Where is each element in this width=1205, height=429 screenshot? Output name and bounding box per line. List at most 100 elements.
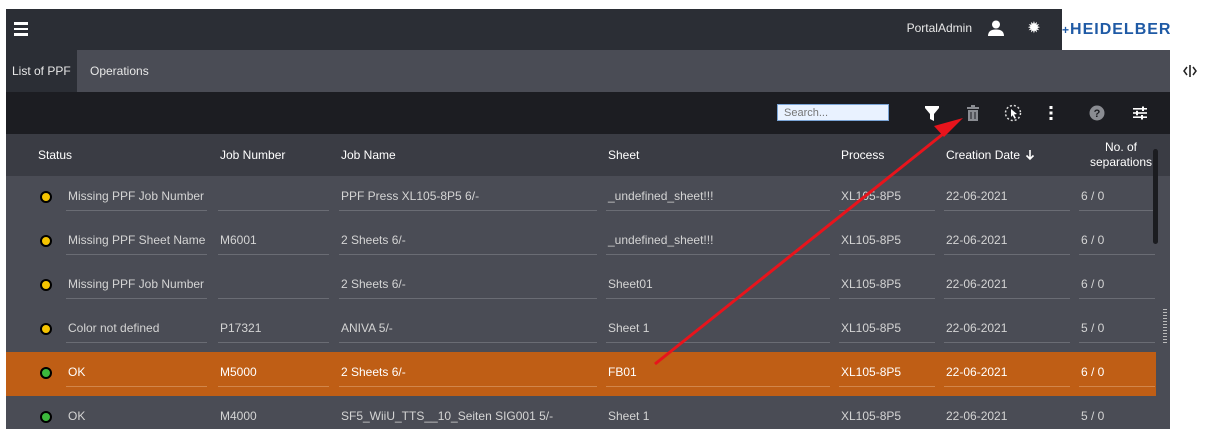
- cell-sheet-text: FB01: [608, 365, 637, 379]
- cell-status: OK: [68, 396, 213, 429]
- vertical-scrollbar[interactable]: [1153, 149, 1158, 244]
- cell-status-text: Missing PPF Sheet Name: [68, 233, 206, 247]
- table-row[interactable]: OK M4000 SF5_WiiU_TTS__10_Seiten SIG001 5/…: [6, 396, 1156, 429]
- more-vertical-icon[interactable]: [1042, 104, 1060, 122]
- table-body: Missing PPF Job Number PPF Press XL105-8P…: [6, 176, 1156, 429]
- column-header-sheet[interactable]: Sheet: [608, 134, 639, 176]
- column-settings-icon[interactable]: [1131, 104, 1149, 122]
- cell-creation-date-text: 22-06-2021: [946, 189, 1008, 203]
- cell-job-name: PPF Press XL105-8P5 6/-: [339, 176, 603, 220]
- cell-creation-date-text: 22-06-2021: [946, 409, 1008, 423]
- cell-process-text: XL105-8P5: [841, 409, 902, 423]
- cell-status: Missing PPF Job Number: [66, 176, 213, 220]
- status-indicator-icon: [40, 367, 52, 379]
- cell-job-number-text: P17321: [220, 321, 262, 335]
- cell-status-text: Color not defined: [68, 321, 160, 335]
- cell-separations-text: 5 / 0: [1081, 409, 1105, 423]
- tab-list-of-ppf[interactable]: List of PPF: [6, 50, 77, 92]
- cell-status-text: OK: [68, 365, 86, 379]
- delete-icon[interactable]: [964, 104, 982, 122]
- cell-sheet-text: Sheet01: [608, 277, 653, 291]
- status-indicator-icon: [40, 279, 52, 291]
- cell-separations-text: 5 / 0: [1081, 321, 1105, 335]
- cell-separations-text: 6 / 0: [1081, 277, 1105, 291]
- search-input[interactable]: [777, 104, 889, 121]
- cell-creation-date-text: 22-06-2021: [946, 321, 1008, 335]
- column-header-creation-date[interactable]: Creation Date: [946, 134, 1036, 176]
- cell-job-number: [218, 176, 335, 220]
- cell-status: Missing PPF Sheet Name: [66, 220, 213, 264]
- cell-job-name-text: SF5_WiiU_TTS__10_Seiten SIG001 5/-: [341, 409, 554, 423]
- table-row[interactable]: Missing PPF Sheet Name M6001 2 Sheets 6/- _…: [6, 220, 1156, 264]
- panel-toggle-icon[interactable]: [1183, 64, 1197, 78]
- cell-separations-text: 6 / 0: [1081, 189, 1105, 203]
- cell-creation-date: 22-06-2021: [946, 396, 1076, 429]
- column-header-job-number[interactable]: Job Number: [220, 134, 285, 176]
- cell-status: Color not defined: [66, 308, 213, 352]
- column-header-status[interactable]: Status: [38, 134, 72, 176]
- cell-job-name-text: PPF Press XL105-8P5 6/-: [341, 189, 480, 203]
- column-header-job-name[interactable]: Job Name: [341, 134, 396, 176]
- select-pointer-icon[interactable]: [1004, 104, 1022, 122]
- cell-separations: 6 / 0: [1079, 220, 1161, 264]
- svg-text:?: ?: [1094, 108, 1101, 120]
- cell-sheet: Sheet 1: [608, 396, 836, 429]
- menu-icon[interactable]: [14, 22, 28, 36]
- cell-job-number: [218, 264, 335, 308]
- cell-creation-date-text: 22-06-2021: [946, 233, 1008, 247]
- cell-job-name-text: 2 Sheets 6/-: [341, 365, 406, 379]
- cell-job-number-text: M5000: [220, 365, 257, 379]
- cell-separations: 6 / 0: [1079, 264, 1161, 308]
- cell-separations-text: 6 / 0: [1081, 233, 1105, 247]
- user-icon[interactable]: [987, 19, 1005, 37]
- table-row[interactable]: Missing PPF Job Number 2 Sheets 6/- Sheet0…: [6, 264, 1156, 308]
- table-header: Status Job Number Job Name Sheet Process…: [6, 134, 1170, 176]
- column-header-separations[interactable]: No. of separations: [1086, 134, 1156, 176]
- cell-creation-date: 22-06-2021: [944, 220, 1076, 264]
- cell-process-text: XL105-8P5: [841, 233, 902, 247]
- tab-bar: List of PPF Operations: [6, 50, 1170, 92]
- cell-job-number-text: M6001: [220, 233, 257, 247]
- help-icon[interactable]: ?: [1088, 104, 1106, 122]
- cell-sheet: FB01: [606, 352, 836, 396]
- tab-operations[interactable]: Operations: [84, 50, 155, 92]
- cell-process: XL105-8P5: [839, 352, 941, 396]
- cell-job-number: P17321: [218, 308, 335, 352]
- cell-creation-date-text: 22-06-2021: [946, 365, 1008, 379]
- user-name[interactable]: PortalAdmin: [907, 21, 972, 35]
- cell-job-number: M4000: [220, 396, 335, 429]
- cell-creation-date: 22-06-2021: [944, 176, 1076, 220]
- cell-process-text: XL105-8P5: [841, 189, 902, 203]
- status-indicator-icon: [40, 323, 52, 335]
- resize-grip[interactable]: [1163, 309, 1167, 344]
- column-header-process[interactable]: Process: [841, 134, 884, 176]
- status-indicator-icon: [40, 411, 52, 423]
- table-row[interactable]: Missing PPF Job Number PPF Press XL105-8P…: [6, 176, 1156, 220]
- status-indicator-icon: [40, 235, 52, 247]
- cell-status-text: Missing PPF Job Number: [68, 189, 205, 203]
- sort-descending-icon: [1025, 150, 1035, 161]
- cell-job-name-text: 2 Sheets 6/-: [341, 277, 406, 291]
- filter-icon[interactable]: [923, 104, 941, 122]
- cell-process: XL105-8P5: [839, 176, 941, 220]
- cell-status-text: OK: [68, 409, 86, 423]
- cell-status: OK: [66, 352, 213, 396]
- cell-status: Missing PPF Job Number: [66, 264, 213, 308]
- cell-sheet: Sheet01: [606, 264, 836, 308]
- cell-sheet-text: Sheet 1: [608, 409, 650, 423]
- table-row[interactable]: OK M5000 2 Sheets 6/- FB01 XL105-8P5 22-06-20…: [6, 352, 1156, 396]
- table-toolbar: ?: [6, 92, 1170, 134]
- cell-process: XL105-8P5: [841, 396, 941, 429]
- cell-job-name: SF5_WiiU_TTS__10_Seiten SIG001 5/-: [341, 396, 603, 429]
- cell-creation-date-text: 22-06-2021: [946, 277, 1008, 291]
- cell-sheet: _undefined_sheet!!!: [606, 176, 836, 220]
- gear-icon[interactable]: ✹: [1026, 21, 1042, 37]
- cell-job-name: 2 Sheets 6/-: [339, 220, 603, 264]
- cell-status-text: Missing PPF Job Number: [68, 277, 205, 291]
- cell-separations: 5 / 0: [1081, 396, 1161, 429]
- cell-sheet-text: _undefined_sheet!!!: [608, 233, 714, 247]
- cell-separations-text: 6 / 0: [1081, 365, 1105, 379]
- cell-job-name-text: 2 Sheets 6/-: [341, 233, 406, 247]
- table-row[interactable]: Color not defined P17321 ANIVA 5/- Sheet 1 X…: [6, 308, 1156, 352]
- cell-process-text: XL105-8P5: [841, 321, 902, 335]
